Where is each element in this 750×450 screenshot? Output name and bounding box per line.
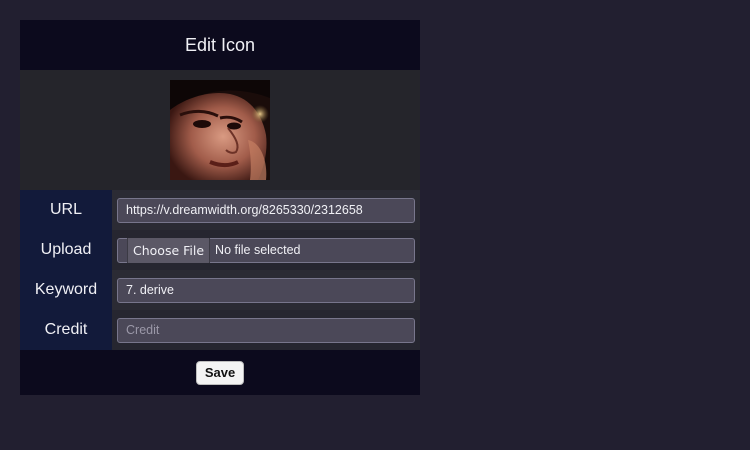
file-status-text: No file selected	[215, 243, 301, 257]
form-footer: Save	[20, 350, 420, 395]
keyword-input[interactable]	[117, 277, 415, 303]
url-input[interactable]	[117, 197, 415, 223]
credit-row: Credit	[20, 310, 420, 350]
edit-icon-panel: Edit Icon URL https://v.dreamwidth.org/8…	[20, 20, 420, 395]
file-upload-input[interactable]: Choose File No file selected	[117, 237, 415, 263]
upload-row: Upload Choose File No file selected	[20, 230, 420, 270]
icon-preview-area	[20, 70, 420, 190]
choose-file-button[interactable]: Choose File	[127, 237, 211, 263]
credit-label: Credit	[20, 310, 112, 350]
page-title: Edit Icon	[184, 34, 256, 55]
credit-input[interactable]	[117, 317, 415, 343]
url-label: URL	[20, 190, 112, 230]
upload-label: Upload	[20, 230, 112, 270]
save-button[interactable]: Save	[195, 360, 245, 385]
keyword-row: Keyword	[20, 270, 420, 310]
icon-preview-image	[170, 80, 270, 180]
icon-form: URL Upload Choose File No file selected …	[20, 190, 420, 350]
keyword-label: Keyword	[20, 270, 112, 310]
url-row: URL	[20, 190, 420, 230]
panel-header: Edit Icon	[20, 20, 420, 70]
